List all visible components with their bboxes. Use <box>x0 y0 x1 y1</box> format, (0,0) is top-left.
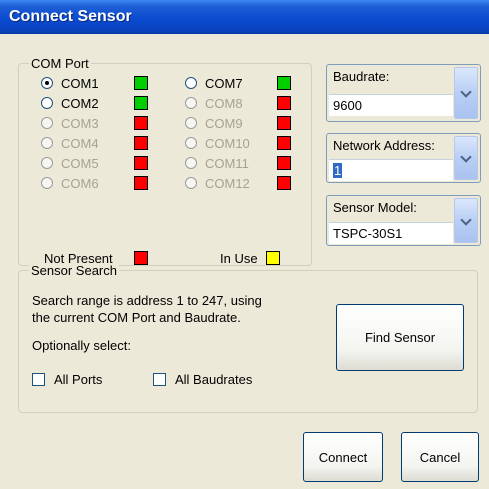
baudrate-dropdown-button[interactable] <box>454 67 478 119</box>
com-port-status-indicator <box>277 136 291 150</box>
com-port-radio <box>185 157 197 169</box>
com-port-label: COM10 <box>205 135 250 151</box>
com-port-label: COM4 <box>61 135 99 151</box>
com-port-radio <box>41 177 53 189</box>
window-title: Connect Sensor <box>9 8 132 25</box>
network-address-combo[interactable]: Network Address: 1 <box>326 133 481 183</box>
all-ports-label[interactable]: All Ports <box>54 372 102 387</box>
com-port-status-indicator <box>277 156 291 170</box>
sensor-model-label: Sensor Model: <box>333 200 417 215</box>
com-port-option: COM12 <box>185 175 250 191</box>
com-port-option: COM9 <box>185 115 243 131</box>
com-port-status-indicator <box>134 116 148 130</box>
chevron-down-icon <box>460 151 472 163</box>
network-address-input[interactable]: 1 <box>329 159 453 181</box>
network-address-label: Network Address: <box>333 138 435 153</box>
connect-button[interactable]: Connect <box>303 432 383 482</box>
com-port-radio[interactable] <box>41 97 53 109</box>
com-port-status-indicator <box>277 176 291 190</box>
com-port-radio <box>185 137 197 149</box>
com-port-radio[interactable] <box>185 77 197 89</box>
com-port-option: COM4 <box>41 135 99 151</box>
chevron-down-icon <box>460 86 472 98</box>
com-port-option: COM6 <box>41 175 99 191</box>
com-port-radio <box>41 117 53 129</box>
com-port-label: COM2 <box>61 95 99 111</box>
find-sensor-button[interactable]: Find Sensor <box>336 304 464 371</box>
com-port-radio <box>41 157 53 169</box>
sensor-model-combo[interactable]: Sensor Model: TSPC-30S1 <box>326 195 481 246</box>
com-port-legend: COM Port <box>29 56 91 71</box>
network-address-value: 1 <box>333 163 343 178</box>
optionally-select-label: Optionally select: <box>32 338 131 353</box>
com-port-option[interactable]: COM1 <box>41 75 99 91</box>
com-port-status-indicator <box>134 136 148 150</box>
not-present-swatch <box>134 251 148 265</box>
sensor-model-value[interactable]: TSPC-30S1 <box>329 222 453 244</box>
search-description-line2: the current COM Port and Baudrate. <box>32 310 241 325</box>
com-port-option[interactable]: COM2 <box>41 95 99 111</box>
com-port-label: COM6 <box>61 175 99 191</box>
sensor-model-dropdown-button[interactable] <box>454 198 478 243</box>
title-bar: Connect Sensor <box>0 0 489 34</box>
com-port-label: COM5 <box>61 155 99 171</box>
com-port-status-indicator <box>134 156 148 170</box>
com-port-status-indicator <box>134 176 148 190</box>
com-port-label: COM1 <box>61 75 99 91</box>
all-baudrates-checkbox[interactable] <box>153 373 166 386</box>
dialog-client: COM Port COM1 COM2 COM3 COM4 COM5 COM6 COM7 COM… <box>0 34 489 489</box>
com-port-option: COM5 <box>41 155 99 171</box>
search-description-line1: Search range is address 1 to 247, using <box>32 293 262 308</box>
com-port-option: COM3 <box>41 115 99 131</box>
com-port-label: COM7 <box>205 75 243 91</box>
com-port-label: COM3 <box>61 115 99 131</box>
com-port-label: COM11 <box>205 155 249 171</box>
network-address-dropdown-button[interactable] <box>454 136 478 180</box>
com-port-radio <box>185 177 197 189</box>
cancel-button[interactable]: Cancel <box>401 432 479 482</box>
in-use-swatch <box>266 251 280 265</box>
com-port-label: COM9 <box>205 115 243 131</box>
com-port-option: COM8 <box>185 95 243 111</box>
all-baudrates-label[interactable]: All Baudrates <box>175 372 252 387</box>
com-port-label: COM8 <box>205 95 243 111</box>
baudrate-combo[interactable]: Baudrate: 9600 <box>326 64 481 122</box>
com-port-group: COM Port COM1 COM2 COM3 COM4 COM5 COM6 COM7 COM… <box>18 56 312 266</box>
com-port-label: COM12 <box>205 175 250 191</box>
baudrate-label: Baudrate: <box>333 69 390 84</box>
sensor-search-legend: Sensor Search <box>29 263 119 278</box>
sensor-search-group: Sensor Search Search range is address 1 … <box>18 263 478 413</box>
com-port-status-indicator <box>277 76 291 90</box>
baudrate-value[interactable]: 9600 <box>329 94 453 116</box>
com-port-status-indicator <box>277 96 291 110</box>
com-port-radio <box>185 117 197 129</box>
in-use-label: In Use <box>220 251 258 266</box>
chevron-down-icon <box>460 213 472 226</box>
com-port-option: COM11 <box>185 155 249 171</box>
com-port-radio[interactable] <box>41 77 53 89</box>
com-port-radio <box>41 137 53 149</box>
com-port-status-indicator <box>134 76 148 90</box>
com-port-status-indicator <box>277 116 291 130</box>
com-port-option: COM10 <box>185 135 250 151</box>
com-port-option[interactable]: COM7 <box>185 75 243 91</box>
com-port-radio <box>185 97 197 109</box>
all-ports-checkbox[interactable] <box>32 373 45 386</box>
com-port-status-indicator <box>134 96 148 110</box>
radio-selected-dot <box>45 81 49 85</box>
